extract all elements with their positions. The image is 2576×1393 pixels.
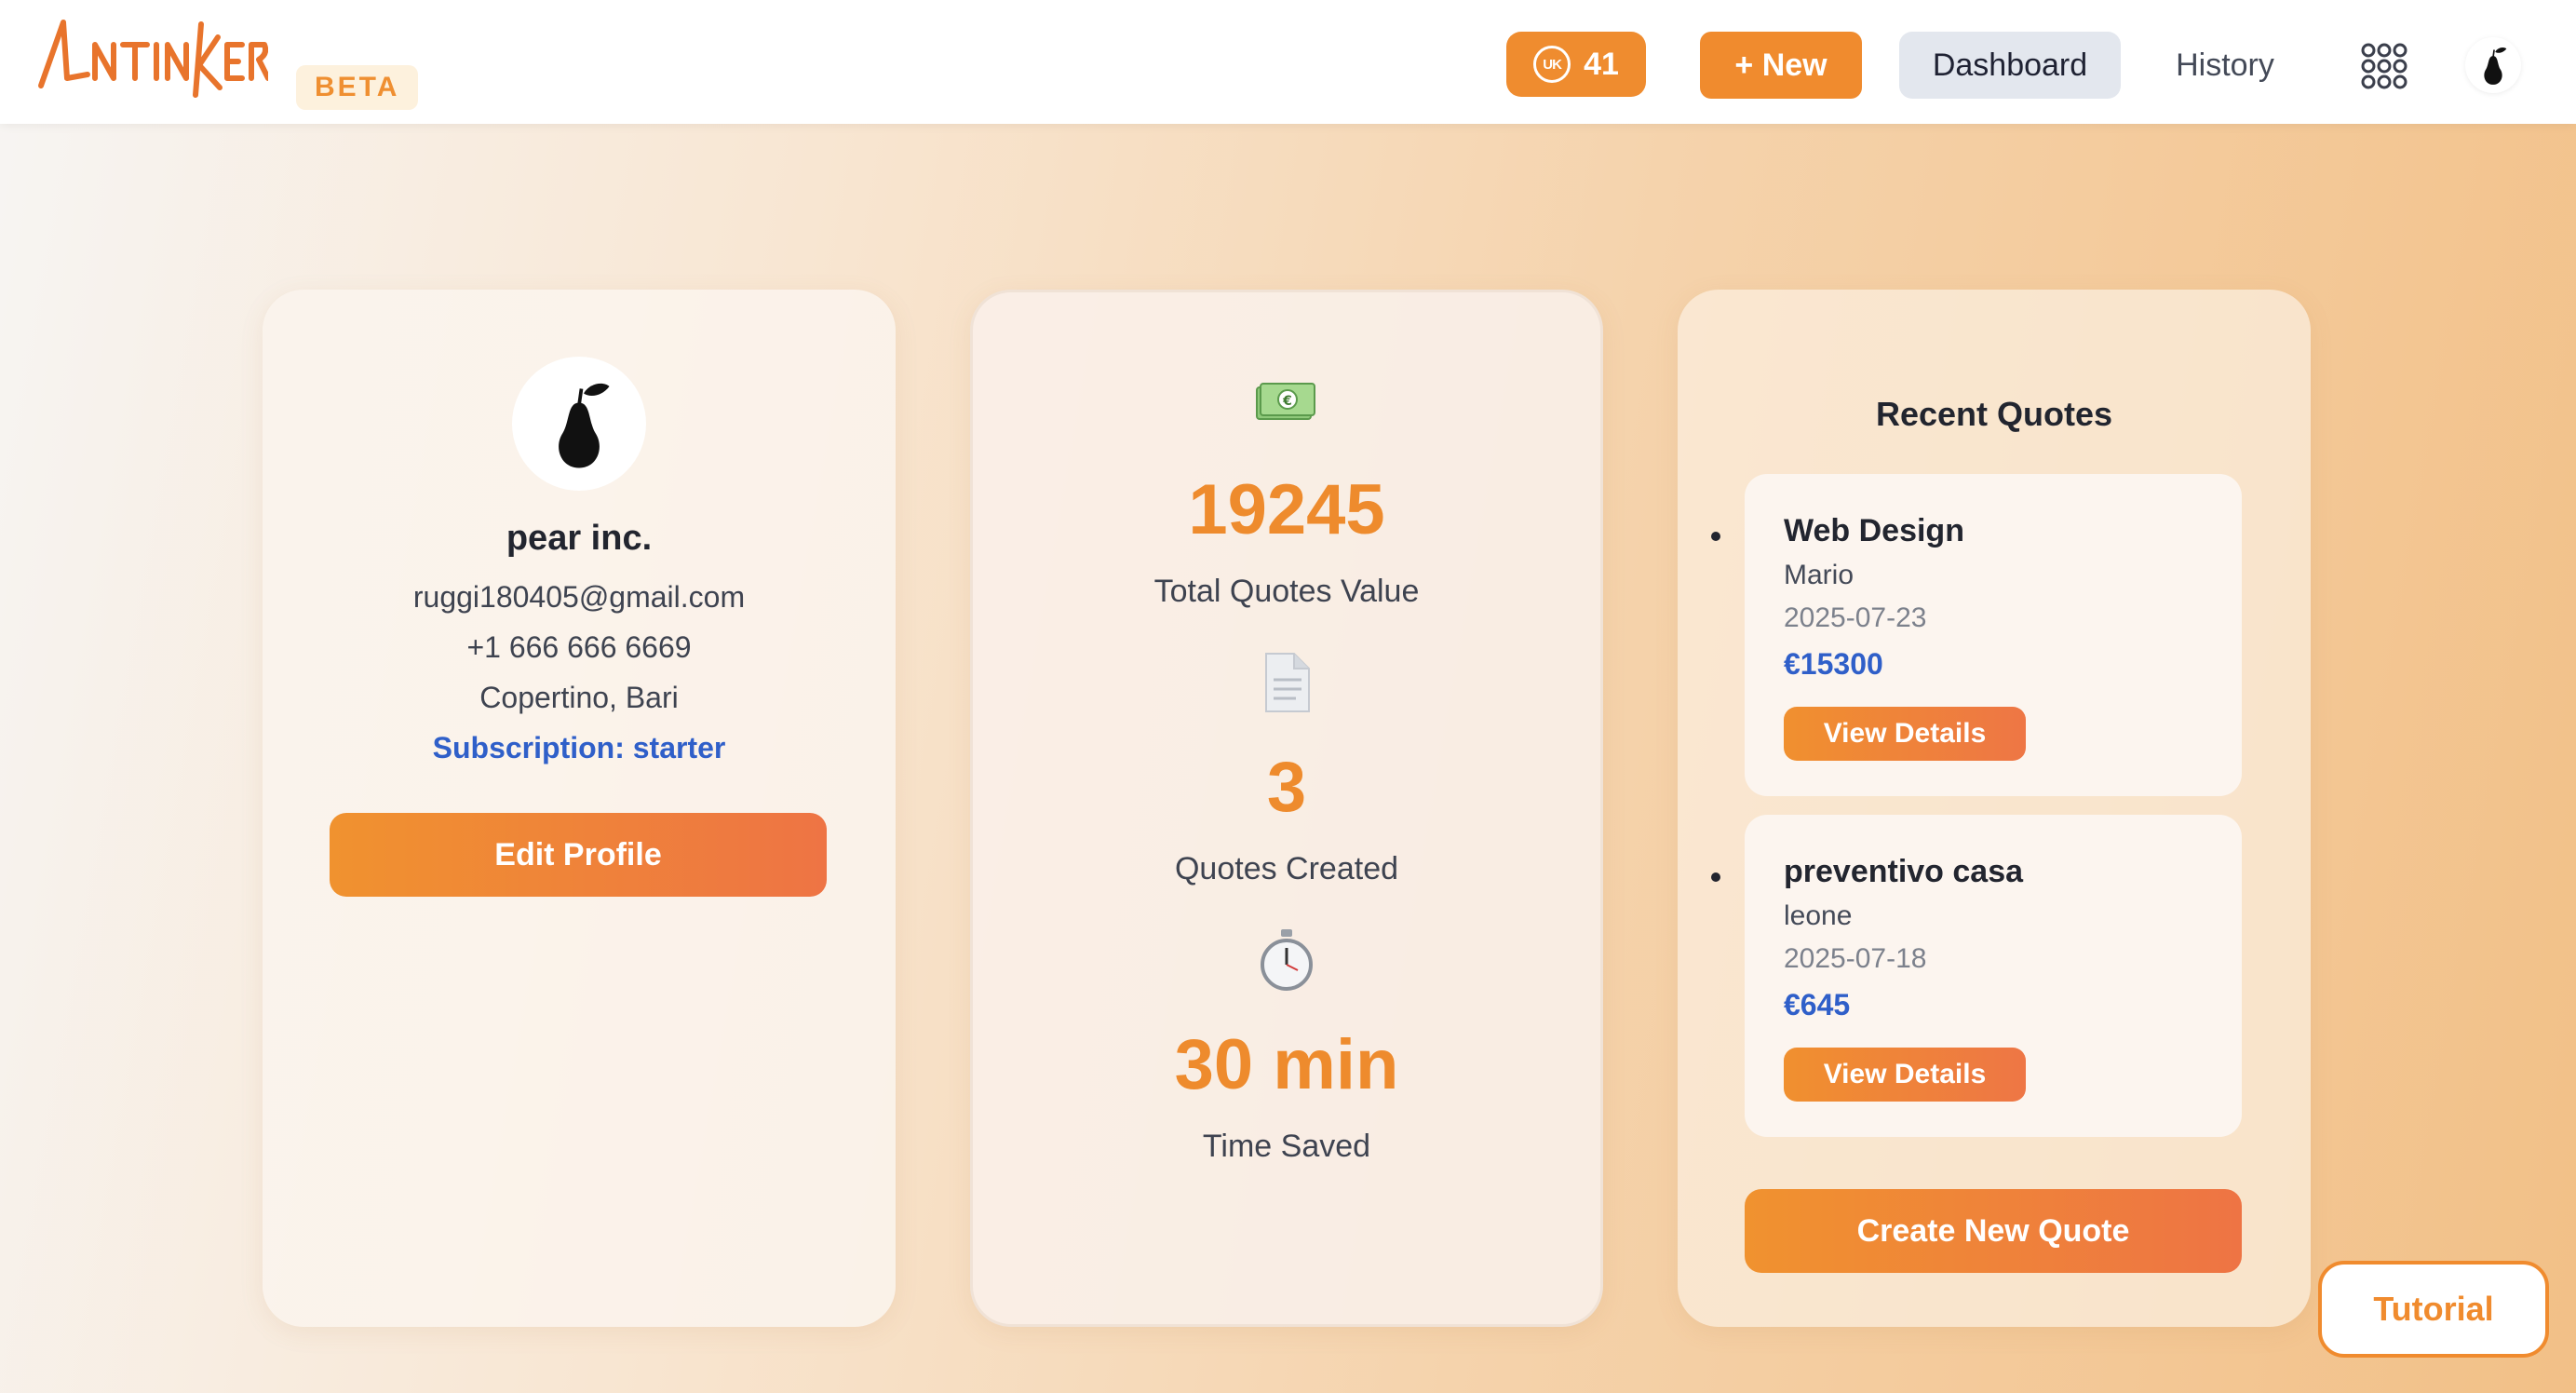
quote-amount: €645 (1784, 988, 1851, 1021)
tutorial-button[interactable]: Tutorial (2318, 1261, 2549, 1358)
credits-badge[interactable]: UK 41 (1506, 32, 1646, 97)
time-saved-label: Time Saved (1202, 1129, 1371, 1164)
quotes-created-label: Quotes Created (1174, 851, 1399, 886)
time-saved-value: 30 min (1174, 1025, 1399, 1104)
edit-profile-button[interactable]: Edit Profile (330, 813, 827, 897)
total-quotes-label: Total Quotes Value (1153, 574, 1420, 609)
pear-icon (559, 383, 610, 468)
profile-card: pear inc. ruggi180405@gmail.com +1 666 6… (263, 290, 896, 1327)
quote-date: 2025-07-23 (1784, 602, 1927, 633)
view-details-button[interactable]: View Details (1784, 1048, 2026, 1102)
profile-name: pear inc. (506, 519, 653, 558)
quote-title: Web Design (1784, 513, 1964, 548)
quote-item: Web Design Mario 2025-07-23 €15300 View … (1745, 474, 2242, 796)
total-quotes-value: 19245 (1188, 470, 1385, 549)
document-icon (973, 650, 1600, 715)
top-navbar: BETA UK 41 + New Dashboard History (0, 0, 2576, 124)
quote-date: 2025-07-18 (1784, 943, 1927, 974)
profile-location: Copertino, Bari (479, 681, 679, 714)
create-new-quote-button[interactable]: Create New Quote (1745, 1189, 2242, 1273)
credits-count: 41 (1584, 46, 1619, 82)
recent-quotes-title: Recent Quotes (1875, 395, 2113, 433)
list-bullet (1711, 532, 1720, 541)
profile-email: ruggi180405@gmail.com (412, 580, 746, 614)
subscription-link[interactable]: Subscription: starter (263, 731, 896, 765)
profile-avatar (512, 357, 646, 491)
untinker-logo[interactable] (35, 13, 268, 106)
quote-client: leone (1784, 900, 1853, 931)
list-bullet (1711, 872, 1720, 882)
recent-quotes-card: Recent Quotes Web Design Mario 2025-07-2… (1678, 290, 2311, 1327)
quotes-created-value: 3 (1266, 748, 1307, 827)
money-icon: € (973, 380, 1600, 423)
nav-history[interactable]: History (2141, 32, 2309, 99)
quote-title: preventivo casa (1784, 854, 2024, 889)
apps-grid-icon[interactable] (2361, 43, 2407, 89)
new-button[interactable]: + New (1700, 32, 1862, 99)
quote-item: preventivo casa leone 2025-07-18 €645 Vi… (1745, 815, 2242, 1137)
beta-badge: BETA (296, 65, 419, 110)
pear-icon (2484, 47, 2507, 85)
stats-card: € 19245 Total Quotes Value 3 Quotes Crea… (970, 290, 1603, 1327)
user-avatar[interactable] (2465, 37, 2521, 93)
svg-text:€: € (1282, 394, 1292, 409)
quote-amount: €15300 (1784, 647, 1883, 681)
view-details-button[interactable]: View Details (1784, 707, 2026, 761)
profile-phone: +1 666 666 6669 (466, 630, 692, 664)
nav-dashboard[interactable]: Dashboard (1899, 32, 2121, 99)
quote-client: Mario (1784, 560, 1854, 590)
stopwatch-icon (973, 927, 1600, 993)
coin-icon: UK (1533, 46, 1571, 83)
